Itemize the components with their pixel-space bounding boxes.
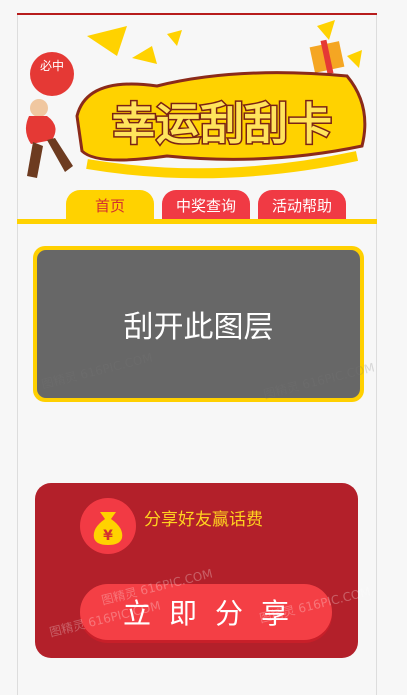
share-now-button[interactable]: 立即分享 [80, 584, 332, 640]
scratch-label: 刮开此图层 [123, 310, 274, 345]
banner-illustration: 必中 幸运刮刮卡 [25, 20, 367, 179]
gift-icon [309, 39, 345, 75]
share-now-label: 立即分享 [122, 597, 307, 630]
badge-label: 必中 [40, 58, 64, 73]
share-promo-text: 分享好友赢话费 [144, 510, 263, 530]
page: 必中 幸运刮刮卡 首页 中奖查询 活动帮助 刮开此图层 图精灵 616PIC.C… [0, 0, 407, 695]
top-divider [17, 13, 377, 15]
tab-home-label: 首页 [94, 196, 125, 215]
banner-title: 幸运刮刮卡 [112, 99, 332, 150]
tab-prize-query[interactable]: 中奖查询 [162, 190, 250, 220]
tab-activity-help[interactable]: 活动帮助 [258, 190, 346, 220]
character-illustration [25, 99, 73, 178]
tab-activity-help-label: 活动帮助 [271, 196, 332, 215]
yuan-symbol: ¥ [103, 528, 113, 544]
money-bag-icon: ¥ [80, 498, 136, 554]
scratch-layer[interactable]: 刮开此图层 [37, 250, 360, 398]
banner: 必中 幸运刮刮卡 [17, 16, 377, 196]
tab-underline [17, 219, 377, 224]
scratch-card: 刮开此图层 [33, 246, 364, 402]
tab-home[interactable]: 首页 [66, 190, 154, 220]
tab-prize-query-label: 中奖查询 [175, 196, 236, 215]
